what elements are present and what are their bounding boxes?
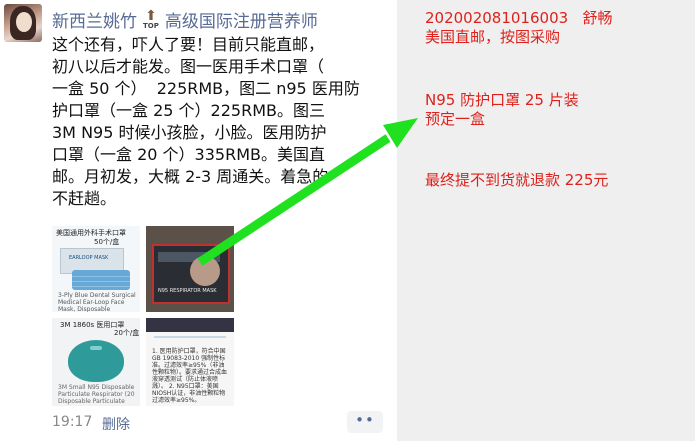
moments-post: 新西兰姚竹 ⬆ TOP 高级国际注册营养师 这个还有，吓人了要！目前只能直邮， … <box>0 0 397 441</box>
surgical-mask-graphic <box>72 270 130 290</box>
image1-title: 美国通用外科手术口罩 <box>56 229 126 237</box>
document-rule <box>154 336 226 338</box>
avatar-face <box>16 12 32 32</box>
top-badge: ⬆ TOP <box>143 9 159 30</box>
n95-respirator-graphic <box>68 340 124 382</box>
image-thumbnail-4[interactable]: 1. 医用防护口罩，符合中国GB 19083-2010 强制性标准。过滤效率≥9… <box>146 318 234 406</box>
image2-box-text: N95 RESPIRATOR MASK <box>158 288 217 294</box>
image1-count: 50个/盒 <box>94 238 120 246</box>
image-thumbnail-1[interactable]: 美国通用外科手术口罩 50个/盒 EARLOOP MASK 3-Ply Blue… <box>52 226 140 312</box>
document-header-bar <box>146 318 234 332</box>
mask-pleat <box>72 286 130 287</box>
product-note: N95 防护口罩 25 片装 预定一盒 <box>425 91 579 128</box>
post-content: 这个还有，吓人了要！目前只能直邮， 初八以后才能发。图一医用手术口罩（ 一盒 5… <box>52 35 360 208</box>
post-header: 新西兰姚竹 ⬆ TOP 高级国际注册营养师 <box>52 7 318 32</box>
post-time: 19:17 <box>52 414 93 430</box>
mask-pleat <box>72 281 130 282</box>
image3-title: 3M 1860s 医用口罩 <box>60 321 125 329</box>
n95-box-graphic: N95 RESPIRATOR MASK <box>152 244 230 304</box>
refund-note: 最终提不到货就退款 225元 <box>425 171 609 189</box>
image3-caption: 3M Small N95 Disposable Particulate Resp… <box>58 384 135 405</box>
image-thumbnail-3[interactable]: 3M 1860s 医用口罩 20个/盒 3M Small N95 Disposa… <box>52 318 140 406</box>
order-note: 20200208101600​3 舒畅 美国直邮，按图采购 <box>425 9 613 46</box>
mask-pleat <box>72 276 130 277</box>
annotation-panel: 20200208101600​3 舒畅 美国直邮，按图采购 N95 防护口罩 2… <box>397 0 695 441</box>
image1-caption: 3-Ply Blue Dental Surgical Medical Ear-L… <box>58 292 136 312</box>
author-name[interactable]: 新西兰姚竹 <box>52 7 137 32</box>
more-button[interactable]: •• <box>347 411 383 433</box>
author-title[interactable]: 高级国际注册营养师 <box>165 7 318 32</box>
image4-document-text: 1. 医用防护口罩，符合中国GB 19083-2010 强制性标准。过滤效率≥9… <box>152 348 228 404</box>
image3-count: 20个/盒 <box>114 329 140 337</box>
box-model-face <box>190 256 220 286</box>
image-thumbnail-2[interactable]: N95 RESPIRATOR MASK <box>146 226 234 312</box>
top-badge-label: TOP <box>143 21 159 30</box>
delete-link[interactable]: 删除 <box>102 414 130 434</box>
mask-box-label: EARLOOP MASK <box>69 255 109 261</box>
thumb-up-icon: ⬆ <box>145 7 157 24</box>
avatar[interactable] <box>4 4 42 42</box>
respirator-valve <box>90 346 102 350</box>
